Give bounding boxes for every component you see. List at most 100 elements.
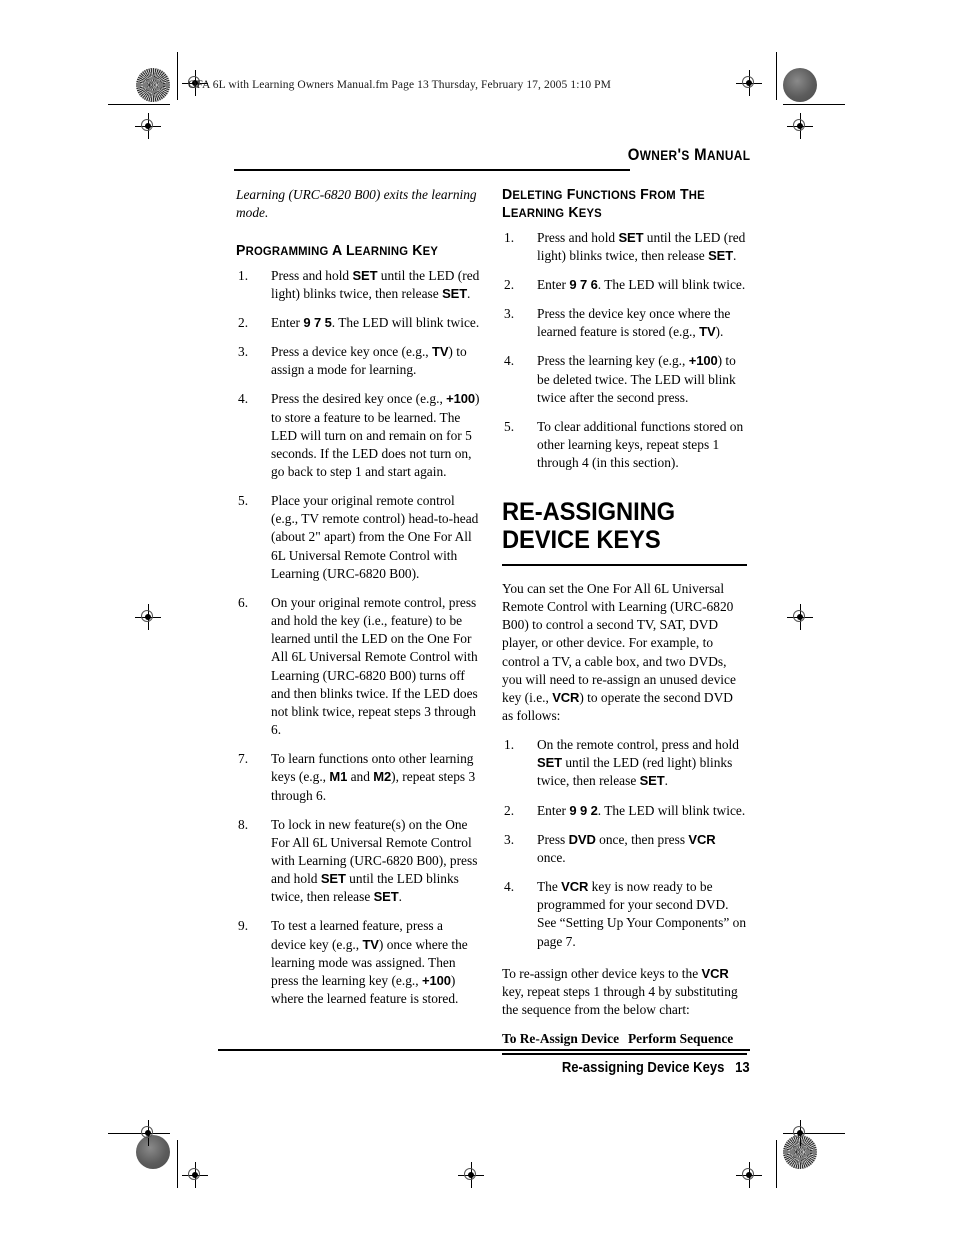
- subheading-deleting-functions: DELETING FUNCTIONS FROM THE LEARNING KEY…: [502, 186, 705, 222]
- step-number: 4.: [504, 353, 515, 369]
- numbered-step: 2. Enter 9 9 2. The LED will blink twice.: [502, 802, 747, 820]
- trim-line-top-left-horizontal: [108, 104, 170, 105]
- numbered-step: 2. Enter 9 7 5. The LED will blink twice.: [236, 314, 481, 332]
- numbered-step: 5. To clear additional functions stored o…: [502, 418, 747, 472]
- re-assigning-steps-list: 1. On the remote control, press and hold …: [502, 736, 747, 951]
- step-number: 9.: [238, 918, 249, 934]
- step-number: 2.: [238, 314, 249, 330]
- re-assigning-intro-paragraph: You can set the One For All 6L Universal…: [502, 580, 736, 723]
- key-label: 9 7 6: [569, 276, 598, 292]
- chart-header-perform-sequence: Perform Sequence: [628, 1031, 734, 1047]
- step-text: Press the desired key once (e.g., +100) …: [271, 391, 480, 480]
- star-target-top-left: [136, 68, 170, 102]
- right-column: DELETING FUNCTIONS FROM THE LEARNING KEY…: [502, 186, 747, 1055]
- key-label: +100: [446, 391, 476, 407]
- key-label: SET: [537, 755, 562, 771]
- step-text: Press the device key once where the lear…: [537, 306, 731, 340]
- chart-header-row: To Re-Assign Device Perform Sequence: [502, 1030, 747, 1047]
- step-text: Press and hold SET until the LED (red li…: [537, 229, 746, 263]
- re-assigning-closing-paragraph: To re-assign other device keys to the VC…: [502, 965, 738, 1018]
- footer-rule: [218, 1049, 750, 1051]
- subheading-programming-a-learning-key: PROGRAMMING A LEARNING KEY: [236, 242, 439, 260]
- footer-section-title: Re-assigning Device Keys: [562, 1060, 725, 1076]
- step-text: Press DVD once, then press VCR once.: [537, 831, 716, 865]
- step-number: 1.: [238, 267, 249, 283]
- chart-rule: [502, 1053, 747, 1055]
- numbered-step: 4. Press the learning key (e.g., +100) to…: [502, 352, 747, 406]
- registration-mark-middle-right: [787, 604, 813, 630]
- key-label: VCR: [561, 879, 589, 895]
- step-number: 3.: [238, 344, 249, 360]
- registration-mark-upper-left-corner: [135, 113, 161, 139]
- numbered-step: 6. On your original remote control, press…: [236, 594, 481, 739]
- numbered-step: 1. Press and hold SET until the LED (red …: [502, 229, 747, 265]
- step-text: Press the learning key (e.g., +100) to b…: [537, 353, 736, 405]
- key-label: SET: [320, 871, 346, 887]
- numbered-step: 3. Press the device key once where the le…: [502, 305, 747, 341]
- numbered-step: 7. To learn functions onto other learning…: [236, 750, 481, 804]
- step-number: 5.: [238, 493, 249, 509]
- registration-mark-lower-left-corner: [135, 1120, 161, 1146]
- key-label: 9 9 2: [569, 802, 598, 818]
- registration-mark-bottom-center: [458, 1162, 484, 1188]
- deleting-steps-list: 1. Press and hold SET until the LED (red …: [502, 229, 747, 473]
- step-number: 1.: [504, 737, 515, 753]
- step-number: 3.: [504, 831, 515, 847]
- footer-page-number: 13: [735, 1060, 750, 1076]
- numbered-step: 3. Press DVD once, then press VCR once.: [502, 831, 747, 867]
- key-label: SET: [708, 247, 734, 263]
- key-label: M1: [329, 769, 348, 785]
- solid-target-top-right: [783, 68, 817, 102]
- step-text: To lock in new feature(s) on the One For…: [271, 816, 478, 905]
- main-heading-re-assigning-device-keys: RE-ASSIGNING DEVICE KEYS: [502, 498, 676, 555]
- key-label: SET: [373, 889, 399, 905]
- numbered-step: 4. Press the desired key once (e.g., +100…: [236, 390, 481, 481]
- step-text: Place your original remote control (e.g.…: [271, 493, 479, 581]
- key-label: TV: [362, 936, 379, 952]
- registration-mark-middle-left: [135, 604, 161, 630]
- step-text: To clear additional functions stored on …: [537, 418, 744, 471]
- step-text: Enter 9 7 5. The LED will blink twice.: [271, 314, 480, 330]
- trim-line-bottom-left-vertical: [177, 1140, 178, 1188]
- numbered-step: 9. To test a learned feature, press a dev…: [236, 917, 481, 1008]
- programming-steps-list: 1. Press and hold SET until the LED (red …: [236, 267, 481, 1009]
- registration-mark-bottom-right: [736, 1162, 762, 1188]
- step-number: 5.: [504, 418, 515, 434]
- key-label: +100: [421, 972, 451, 988]
- key-label: VCR: [701, 965, 729, 981]
- key-label: +100: [688, 353, 718, 369]
- step-number: 4.: [238, 391, 249, 407]
- key-label: DVD: [568, 831, 596, 847]
- header-rule: [234, 169, 630, 171]
- step-number: 2.: [504, 276, 515, 292]
- intro-italic-text: Learning (URC-6820 B00) exits the learni…: [236, 187, 477, 221]
- running-head-owners-manual: OWNER'S MANUAL: [627, 145, 750, 164]
- step-number: 6.: [238, 594, 249, 610]
- footer: Re-assigning Device Keys 13: [562, 1060, 750, 1076]
- numbered-step: 4. The VCR key is now ready to be program…: [502, 878, 747, 951]
- numbered-step: 1. On the remote control, press and hold …: [502, 736, 747, 790]
- trim-line-top-right-vertical: [776, 52, 777, 100]
- numbered-step: 3. Press a device key once (e.g., TV) to …: [236, 343, 481, 379]
- step-number: 1.: [504, 229, 515, 245]
- step-text: Press and hold SET until the LED (red li…: [271, 267, 480, 301]
- step-text: To test a learned feature, press a devic…: [271, 918, 468, 1007]
- numbered-step: 5. Place your original remote control (e.…: [236, 492, 481, 583]
- key-label: SET: [442, 285, 468, 301]
- trim-line-top-right-horizontal: [783, 104, 845, 105]
- step-text: Enter 9 9 2. The LED will blink twice.: [537, 802, 746, 818]
- step-text: On the remote control, press and hold SE…: [537, 737, 739, 789]
- left-column: Learning (URC-6820 B00) exits the learni…: [236, 186, 481, 1008]
- key-label: SET: [618, 229, 644, 245]
- key-label: TV: [432, 344, 449, 360]
- trim-line-bottom-right-vertical: [776, 1140, 777, 1188]
- registration-mark-top-right: [736, 70, 762, 96]
- re-assign-chart-block: To re-assign other device keys to the VC…: [502, 965, 747, 1055]
- key-label: VCR: [552, 689, 580, 705]
- step-number: 8.: [238, 816, 249, 832]
- step-text: On your original remote control, press a…: [271, 594, 478, 738]
- step-number: 4.: [504, 879, 515, 895]
- chart-header-to-re-assign-device: To Re-Assign Device: [502, 1031, 620, 1047]
- key-label: M2: [373, 769, 392, 785]
- key-label: VCR: [688, 831, 716, 847]
